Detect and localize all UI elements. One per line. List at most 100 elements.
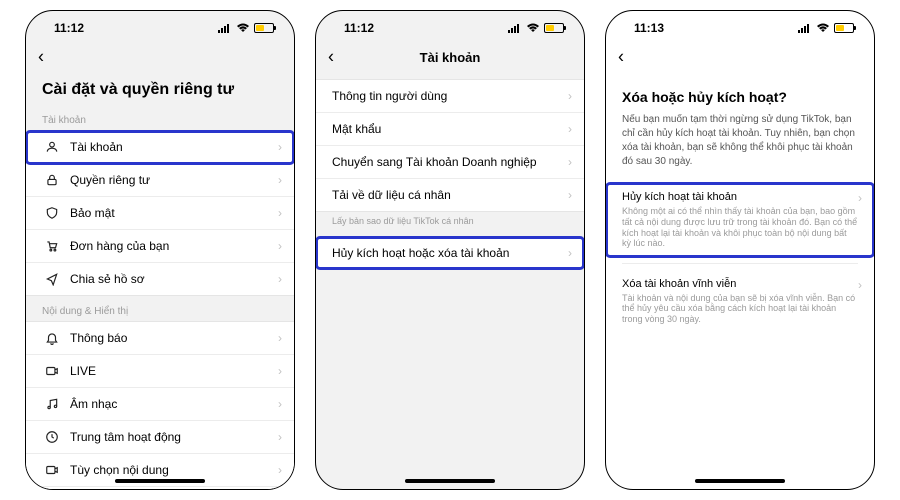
home-indicator[interactable]	[695, 479, 785, 483]
row-deactivate[interactable]: Hủy kích hoạt tài khoản Không một ai có …	[606, 183, 874, 257]
row-label: LIVE	[70, 364, 278, 378]
live-icon	[42, 364, 62, 378]
row-label: Trung tâm hoạt động	[70, 430, 278, 444]
row-live[interactable]: LIVE ›	[26, 355, 294, 388]
chevron-right-icon: ›	[568, 89, 572, 103]
home-indicator[interactable]	[405, 479, 495, 483]
phone-screen-3: 11:13 ‹ Xóa hoặc hủy kích hoạt? Nếu bạn …	[605, 10, 875, 490]
battery-icon	[834, 23, 854, 33]
list-options: Hủy kích hoạt tài khoản Không một ai có …	[606, 183, 874, 333]
option-title: Xóa tài khoản vĩnh viễn	[622, 278, 858, 290]
row-label: Âm nhạc	[70, 397, 278, 411]
nav-bar: ‹	[26, 41, 294, 73]
chevron-right-icon: ›	[278, 239, 282, 253]
nav-bar: ‹	[606, 41, 874, 73]
phone-screen-1: 11:12 ‹ Cài đặt và quyền riêng tư Tài kh…	[25, 10, 295, 490]
row-ads[interactable]: Quảng cáo ›	[26, 487, 294, 489]
chevron-right-icon: ›	[858, 191, 862, 205]
status-bar: 11:12	[316, 11, 584, 41]
status-bar: 11:13	[606, 11, 874, 41]
row-user-info[interactable]: Thông tin người dùng ›	[316, 80, 584, 113]
wifi-icon	[236, 23, 250, 33]
status-icons	[798, 23, 854, 33]
download-data-note: Lấy bản sao dữ liệu TikTok cá nhân	[316, 212, 584, 236]
list-deactivate: Hủy kích hoạt hoặc xóa tài khoản ›	[316, 236, 584, 270]
row-activity[interactable]: Trung tâm hoạt động ›	[26, 421, 294, 454]
video-icon	[42, 463, 62, 477]
row-label: Chia sẻ hồ sơ	[70, 272, 278, 286]
content: Cài đặt và quyền riêng tư Tài khoản Tài …	[26, 73, 294, 489]
chevron-right-icon: ›	[568, 122, 572, 136]
status-time: 11:13	[634, 21, 664, 35]
chevron-right-icon: ›	[278, 463, 282, 477]
status-time: 11:12	[54, 21, 84, 35]
row-music[interactable]: Âm nhạc ›	[26, 388, 294, 421]
row-security[interactable]: Bảo mật ›	[26, 197, 294, 230]
chevron-right-icon: ›	[278, 430, 282, 444]
chevron-right-icon: ›	[278, 331, 282, 345]
nav-bar: ‹ Tài khoản	[316, 41, 584, 73]
row-label: Hủy kích hoạt hoặc xóa tài khoản	[332, 246, 568, 260]
home-indicator[interactable]	[115, 479, 205, 483]
status-bar: 11:12	[26, 11, 294, 41]
row-label: Mật khẩu	[332, 122, 568, 136]
row-download-data[interactable]: Tải về dữ liệu cá nhân ›	[316, 179, 584, 211]
row-label: Chuyển sang Tài khoản Doanh nghiệp	[332, 155, 568, 169]
row-deactivate-delete[interactable]: Hủy kích hoạt hoặc xóa tài khoản ›	[316, 237, 584, 269]
row-notifications[interactable]: Thông báo ›	[26, 322, 294, 355]
chevron-right-icon: ›	[858, 278, 862, 292]
row-label: Bảo mật	[70, 206, 278, 220]
status-icons	[508, 23, 564, 33]
page-question: Xóa hoặc hủy kích hoạt?	[606, 73, 874, 113]
back-button[interactable]: ‹	[618, 47, 624, 68]
status-icons	[218, 23, 274, 33]
user-icon	[42, 140, 62, 154]
row-label: Tải về dữ liệu cá nhân	[332, 188, 568, 202]
divider	[622, 263, 858, 264]
lock-icon	[42, 173, 62, 187]
chevron-right-icon: ›	[568, 246, 572, 260]
phone-screen-2: 11:12 ‹ Tài khoản Thông tin người dùng ›…	[315, 10, 585, 490]
chevron-right-icon: ›	[568, 155, 572, 169]
row-share-profile[interactable]: Chia sẻ hồ sơ ›	[26, 263, 294, 295]
chevron-right-icon: ›	[278, 397, 282, 411]
wifi-icon	[816, 23, 830, 33]
back-button[interactable]: ‹	[38, 47, 44, 68]
page-desc: Nếu bạn muốn tạm thời ngừng sử dụng TikT…	[606, 113, 874, 183]
row-label: Quyền riêng tư	[70, 173, 278, 187]
chevron-right-icon: ›	[278, 206, 282, 220]
row-label: Thông tin người dùng	[332, 89, 568, 103]
status-time: 11:12	[344, 21, 374, 35]
row-switch-business[interactable]: Chuyển sang Tài khoản Doanh nghiệp ›	[316, 146, 584, 179]
row-label: Tùy chọn nội dung	[70, 463, 278, 477]
clock-icon	[42, 430, 62, 444]
list-account: Tài khoản › Quyền riêng tư › Bảo mật › Đ…	[26, 130, 294, 296]
page-title: Cài đặt và quyền riêng tư	[26, 73, 294, 109]
battery-icon	[544, 23, 564, 33]
list-account-detail: Thông tin người dùng › Mật khẩu › Chuyển…	[316, 79, 584, 212]
bell-icon	[42, 331, 62, 345]
chevron-right-icon: ›	[278, 173, 282, 187]
row-privacy[interactable]: Quyền riêng tư ›	[26, 164, 294, 197]
content: Xóa hoặc hủy kích hoạt? Nếu bạn muốn tạm…	[606, 73, 874, 489]
signal-icon	[508, 23, 522, 33]
chevron-right-icon: ›	[278, 364, 282, 378]
chevron-right-icon: ›	[278, 140, 282, 154]
nav-title: Tài khoản	[420, 50, 481, 65]
option-title: Hủy kích hoạt tài khoản	[622, 191, 858, 203]
row-orders[interactable]: Đơn hàng của bạn ›	[26, 230, 294, 263]
signal-icon	[218, 23, 232, 33]
music-icon	[42, 397, 62, 411]
cart-icon	[42, 239, 62, 253]
back-button[interactable]: ‹	[328, 47, 334, 68]
row-label: Đơn hàng của bạn	[70, 239, 278, 253]
row-password[interactable]: Mật khẩu ›	[316, 113, 584, 146]
list-content: Thông báo › LIVE › Âm nhạc › Trung tâm h…	[26, 321, 294, 489]
row-account[interactable]: Tài khoản ›	[26, 131, 294, 164]
chevron-right-icon: ›	[278, 272, 282, 286]
row-label: Tài khoản	[70, 140, 278, 154]
row-delete-permanent[interactable]: Xóa tài khoản vĩnh viễn Tài khoản và nội…	[606, 270, 874, 333]
wifi-icon	[526, 23, 540, 33]
row-label: Thông báo	[70, 331, 278, 345]
battery-icon	[254, 23, 274, 33]
